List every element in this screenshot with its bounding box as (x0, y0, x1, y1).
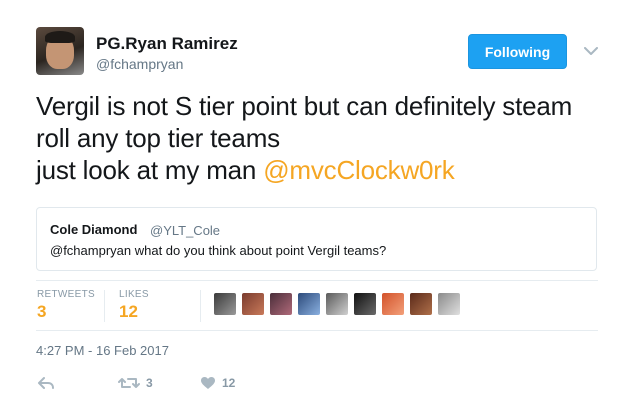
retweets-count[interactable]: 3 (37, 302, 46, 322)
chevron-down-icon[interactable] (580, 40, 602, 62)
retweet-action-count: 3 (146, 376, 153, 390)
following-button[interactable]: Following (468, 34, 567, 69)
tweet-timestamp[interactable]: 4:27 PM - 16 Feb 2017 (36, 343, 169, 358)
tweet-text-line-3-content: just look at my man (36, 155, 257, 185)
mention-link[interactable]: @mvcClockw0rk (263, 155, 455, 185)
quoted-tweet-text: @fchampryan what do you think about poin… (50, 243, 387, 258)
liker-avatar[interactable] (410, 293, 432, 315)
stat-separator (104, 290, 105, 322)
reply-button[interactable] (37, 373, 55, 393)
tweet-text-line-2: roll any top tier teams (36, 123, 280, 153)
like-button[interactable]: 12 (200, 373, 235, 393)
quoted-author-name: Cole Diamond (50, 222, 138, 237)
like-action-count: 12 (222, 376, 236, 390)
likes-label[interactable]: LIKES (119, 289, 149, 300)
liker-avatar[interactable] (298, 293, 320, 315)
avatar-hair (45, 31, 75, 43)
tweet-text-line-1: Vergil is not S tier point but can defin… (36, 91, 573, 121)
tweet-card: PG.Ryan Ramirez @fchampryan Following Ve… (0, 0, 640, 415)
liker-avatar[interactable] (438, 293, 460, 315)
author-handle[interactable]: @fchampryan (96, 56, 183, 72)
retweet-button[interactable]: 3 (118, 373, 153, 393)
author-avatar[interactable] (36, 27, 84, 75)
retweets-label[interactable]: RETWEETS (37, 289, 95, 300)
quoted-author-handle: @YLT_Cole (150, 223, 221, 238)
divider-middle (36, 330, 598, 331)
heart-icon (201, 377, 215, 389)
quoted-tweet[interactable]: Cole Diamond @YLT_Cole @fchampryan what … (36, 207, 597, 271)
liker-avatar[interactable] (382, 293, 404, 315)
liker-avatar[interactable] (214, 293, 236, 315)
divider-top (36, 280, 598, 281)
liker-avatar[interactable] (326, 293, 348, 315)
liker-avatar[interactable] (354, 293, 376, 315)
liker-avatar[interactable] (270, 293, 292, 315)
retweet-icon (118, 378, 140, 388)
tweet-text-line-3: just look at my man @mvcClockw0rk (36, 154, 616, 186)
likes-count[interactable]: 12 (119, 302, 138, 322)
reply-icon (38, 377, 54, 389)
author-name[interactable]: PG.Ryan Ramirez (96, 34, 238, 54)
tweet-text: Vergil is not S tier point but can defin… (36, 90, 616, 186)
liker-avatars (214, 293, 460, 315)
liker-avatar[interactable] (242, 293, 264, 315)
stat-separator-2 (200, 290, 201, 322)
